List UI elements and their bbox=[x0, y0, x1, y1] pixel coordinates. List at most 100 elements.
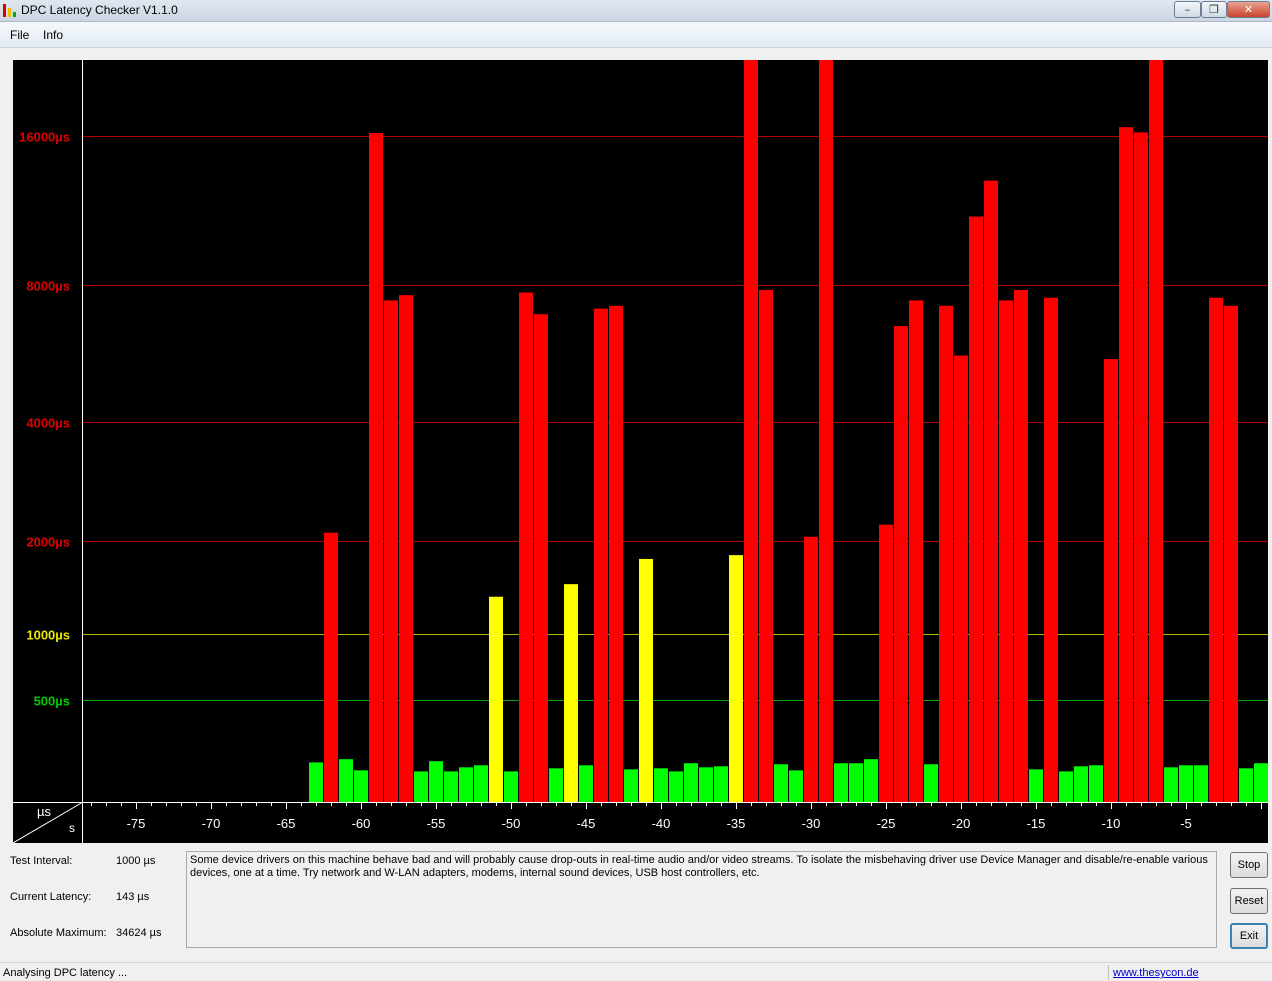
y-axis-unit-label: µs bbox=[37, 804, 51, 819]
latency-bar bbox=[849, 763, 863, 802]
latency-bar bbox=[1029, 769, 1043, 802]
reset-button[interactable]: Reset bbox=[1230, 888, 1268, 914]
latency-bar bbox=[1209, 297, 1223, 802]
latency-bar bbox=[444, 771, 458, 802]
menu-info[interactable]: Info bbox=[43, 28, 63, 42]
latency-bar bbox=[489, 596, 503, 802]
status-text: Analysing DPC latency ... bbox=[3, 967, 128, 979]
x-tick-label: -40 bbox=[652, 816, 671, 831]
latency-bar bbox=[924, 764, 938, 802]
x-tick-label: -35 bbox=[727, 816, 746, 831]
current-latency-value: 143 µs bbox=[116, 891, 150, 903]
x-tick-label: -25 bbox=[877, 816, 896, 831]
latency-bar bbox=[339, 759, 353, 802]
close-icon[interactable]: ✕ bbox=[1227, 1, 1270, 18]
x-tick-label: -20 bbox=[952, 816, 971, 831]
x-tick-label: -70 bbox=[202, 816, 221, 831]
latency-bar bbox=[804, 536, 818, 802]
latency-bar bbox=[789, 770, 803, 802]
latency-bar bbox=[399, 295, 413, 802]
latency-bar bbox=[474, 765, 488, 802]
y-tick-label: 4000µs bbox=[26, 416, 70, 431]
menu-file[interactable]: File bbox=[10, 28, 29, 42]
latency-bar bbox=[534, 314, 548, 802]
latency-bar bbox=[684, 763, 698, 802]
latency-bar bbox=[1089, 765, 1103, 802]
latency-bar bbox=[759, 290, 773, 802]
latency-bar bbox=[1104, 359, 1118, 802]
latency-bar bbox=[1149, 60, 1163, 802]
minimize-icon[interactable]: – bbox=[1174, 1, 1201, 18]
app-icon bbox=[3, 4, 16, 17]
latency-bar bbox=[1119, 127, 1133, 803]
x-tick-label: -45 bbox=[577, 816, 596, 831]
stop-button[interactable]: Stop bbox=[1230, 852, 1268, 878]
restore-icon[interactable]: ❐ bbox=[1201, 1, 1227, 18]
latency-bar bbox=[864, 759, 878, 802]
latency-bar bbox=[459, 767, 473, 802]
latency-bar bbox=[729, 555, 743, 802]
absolute-maximum-label: Absolute Maximum: bbox=[10, 927, 107, 939]
latency-chart: 500µs 1000µs 2000µs 4000µs 8000µs 16000µs -75 -… bbox=[13, 60, 1268, 843]
latency-bar bbox=[519, 292, 533, 802]
status-bar: Analysing DPC latency ... www.thesycon.d… bbox=[0, 962, 1272, 981]
y-tick-label: 1000µs bbox=[26, 628, 70, 643]
latency-bar bbox=[969, 216, 983, 802]
x-tick-label: -5 bbox=[1180, 816, 1192, 831]
latency-bar bbox=[1074, 766, 1088, 802]
latency-bar bbox=[954, 355, 968, 802]
x-tick-label: -30 bbox=[802, 816, 821, 831]
latency-bar bbox=[1254, 763, 1268, 802]
latency-bar bbox=[639, 558, 653, 802]
status-divider bbox=[1108, 965, 1109, 980]
website-link[interactable]: www.thesycon.de bbox=[1113, 967, 1199, 979]
latency-bar bbox=[1164, 767, 1178, 802]
x-tick-label: -55 bbox=[427, 816, 446, 831]
latency-bar bbox=[579, 765, 593, 802]
latency-bar bbox=[564, 584, 578, 802]
latency-bar bbox=[1059, 771, 1073, 802]
latency-bar bbox=[744, 60, 758, 802]
latency-bar bbox=[504, 771, 518, 802]
latency-bar bbox=[1134, 132, 1148, 802]
latency-bar bbox=[414, 771, 428, 802]
latency-bar bbox=[984, 180, 998, 803]
latency-bar bbox=[909, 300, 923, 802]
latency-bar bbox=[894, 326, 908, 802]
latency-bar bbox=[324, 532, 338, 802]
latency-bar bbox=[1179, 765, 1193, 802]
y-tick-label: 16000µs bbox=[19, 130, 70, 145]
advice-message: Some device drivers on this machine beha… bbox=[186, 851, 1217, 948]
latency-bar bbox=[999, 300, 1013, 802]
x-tick-label: -15 bbox=[1027, 816, 1046, 831]
latency-bar bbox=[819, 60, 833, 802]
latency-bar bbox=[594, 308, 608, 802]
absolute-maximum-value: 34624 µs bbox=[116, 927, 162, 939]
latency-bar bbox=[774, 764, 788, 802]
latency-bar bbox=[834, 763, 848, 802]
latency-bar bbox=[1044, 297, 1058, 802]
latency-bar bbox=[714, 766, 728, 802]
x-tick-label: -10 bbox=[1102, 816, 1121, 831]
x-tick-label: -65 bbox=[277, 816, 296, 831]
exit-button[interactable]: Exit bbox=[1230, 923, 1268, 949]
test-interval-label: Test Interval: bbox=[10, 855, 73, 867]
current-latency-label: Current Latency: bbox=[10, 891, 92, 903]
latency-bar bbox=[654, 768, 668, 802]
test-interval-value: 1000 µs bbox=[116, 855, 156, 867]
latency-bar bbox=[609, 305, 623, 802]
latency-bar bbox=[354, 770, 368, 802]
latency-bar bbox=[1224, 305, 1238, 802]
latency-bar bbox=[429, 761, 443, 802]
latency-bar bbox=[939, 305, 953, 802]
title-bar: DPC Latency Checker V1.1.0 – ❐ ✕ bbox=[0, 0, 1272, 22]
x-axis-unit-label: s bbox=[69, 821, 75, 835]
latency-bar bbox=[1239, 768, 1253, 802]
y-tick-label: 8000µs bbox=[26, 279, 70, 294]
latency-bar bbox=[549, 768, 563, 802]
x-tick-label: -60 bbox=[352, 816, 371, 831]
latency-bar bbox=[309, 762, 323, 802]
window-title: DPC Latency Checker V1.1.0 bbox=[21, 3, 178, 17]
menu-bar: File Info bbox=[0, 22, 1272, 48]
latency-bar bbox=[879, 524, 893, 802]
